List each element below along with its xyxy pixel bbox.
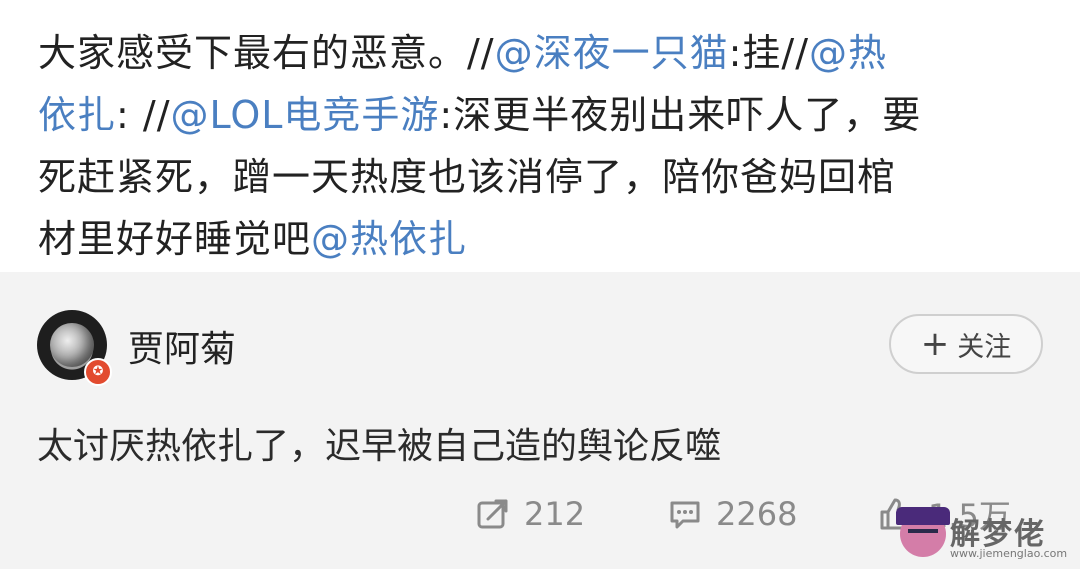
- verified-badge-icon: ✪: [84, 358, 112, 386]
- follow-button[interactable]: + 关注: [889, 314, 1043, 374]
- post-text-segment: :挂//: [728, 31, 810, 75]
- follow-label: 关注: [957, 331, 1012, 363]
- post-text-segment: 大家感受下最右的恶意。//: [38, 31, 495, 75]
- comment-count: 2268: [716, 495, 798, 533]
- watermark-url: www.jiemenglao.com: [950, 547, 1068, 560]
- comment-icon: [670, 501, 700, 529]
- comment-text: 太讨厌热依扎了，迟早被自己造的舆论反噬: [37, 426, 722, 467]
- post-text-segment: : //: [116, 93, 171, 137]
- post-text: 大家感受下最右的恶意。//@深夜一只猫:挂//@热 依扎: //@LOL电竞手游…: [38, 22, 1048, 270]
- post-text-segment: :深更半夜别出来吓人了，要: [439, 93, 922, 137]
- username[interactable]: 贾阿菊: [128, 320, 236, 372]
- repost-button[interactable]: 212: [476, 484, 585, 544]
- mention-link[interactable]: @热依扎: [311, 217, 467, 261]
- plus-icon: +: [920, 324, 950, 364]
- mention-link[interactable]: @LOL电竞手游: [171, 93, 440, 137]
- mention-link[interactable]: @深夜一只猫: [495, 31, 729, 75]
- glasses-icon: [908, 529, 938, 541]
- mention-link[interactable]: 依扎: [38, 93, 116, 137]
- post-text-segment: 死赶紧死，蹭一天热度也该消停了，陪你爸妈回棺: [38, 155, 897, 199]
- post-content: 大家感受下最右的恶意。//@深夜一只猫:挂//@热 依扎: //@LOL电竞手游…: [0, 0, 1080, 272]
- watermark-logo: 解梦佬 www.jiemenglao.com: [896, 507, 1070, 565]
- hat-icon: [896, 507, 950, 525]
- mention-link[interactable]: @热: [809, 31, 887, 75]
- comment-card: ✪ 贾阿菊 + 关注 太讨厌热依扎了，迟早被自己造的舆论反噬 212 2268: [0, 272, 1080, 569]
- repost-icon: [477, 499, 508, 529]
- comment-button[interactable]: 2268: [668, 484, 797, 544]
- moon-icon: [50, 323, 94, 367]
- post-text-segment: 材里好好睡觉吧: [38, 217, 312, 261]
- repost-count: 212: [524, 495, 586, 533]
